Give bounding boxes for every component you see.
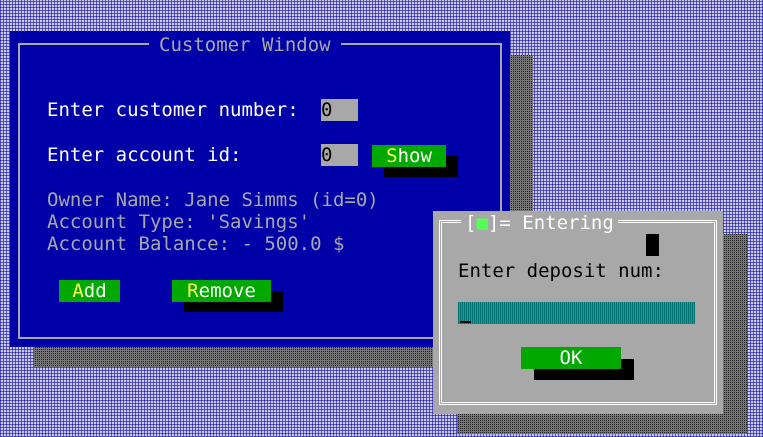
dialog-status-block (646, 234, 659, 256)
dialog-title-bar: [■]= Entering (461, 212, 618, 234)
add-button[interactable]: Add (59, 280, 120, 302)
show-button[interactable]: Show (372, 145, 446, 167)
text-cursor (460, 321, 471, 323)
ok-button[interactable]: OK (521, 347, 621, 369)
account-id-field[interactable]: 0 (321, 144, 358, 166)
deposit-input[interactable] (458, 302, 695, 324)
account-balance-line: Account Balance: - 500.0 $ (47, 233, 345, 255)
show-button-label: how (397, 145, 432, 167)
customer-number-label: Enter customer number: (47, 99, 299, 121)
add-button-hotkey: A (72, 280, 84, 302)
remove-button-hotkey: R (187, 280, 199, 302)
customer-window-title: Customer Window (149, 34, 341, 56)
close-icon: ■ (476, 212, 488, 234)
customer-number-field[interactable]: 0 (321, 99, 358, 121)
dialog-shadow-bottom (457, 414, 747, 434)
dialog-title: = Entering (499, 212, 614, 234)
account-id-label: Enter account id: (47, 144, 242, 166)
account-type-line: Account Type: 'Savings' (47, 211, 311, 233)
close-button[interactable]: [■] (465, 212, 499, 234)
show-button-hotkey: S (386, 145, 398, 167)
deposit-prompt: Enter deposit num: (458, 260, 664, 282)
remove-button-label: emove (198, 280, 256, 302)
remove-button[interactable]: Remove (172, 280, 271, 302)
add-button-label: dd (83, 280, 107, 302)
owner-name-line: Owner Name: Jane Simms (id=0) (47, 189, 379, 211)
entering-dialog: [■]= Entering Enter deposit num: OK (433, 211, 723, 414)
dialog-shadow-right (723, 234, 747, 434)
